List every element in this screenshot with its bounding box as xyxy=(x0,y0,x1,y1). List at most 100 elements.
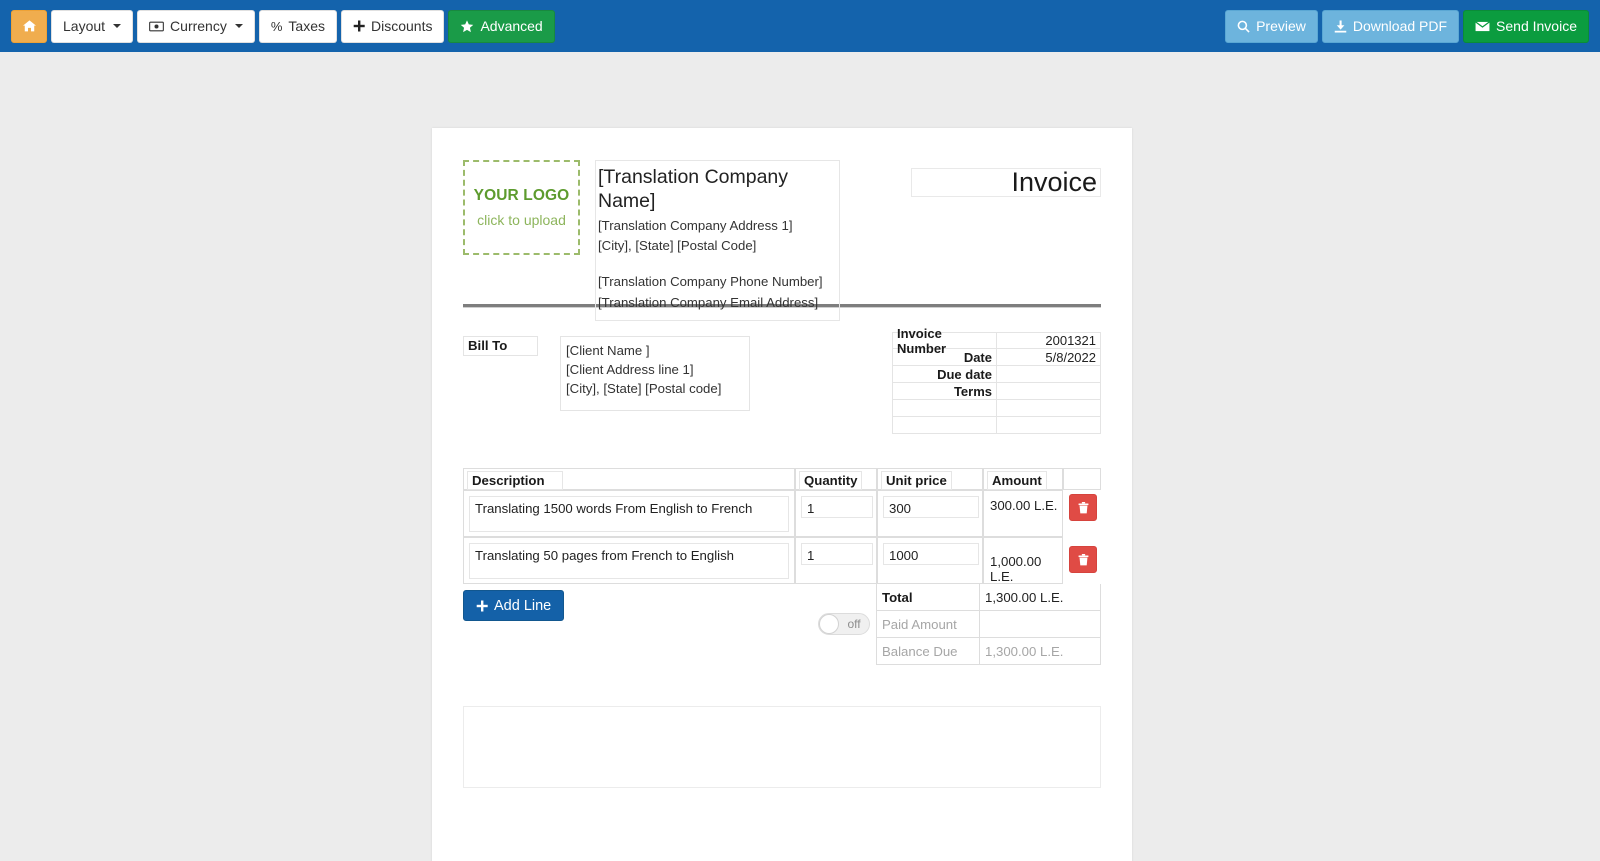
preview-button[interactable]: Preview xyxy=(1225,9,1318,43)
meta-label-extra-1[interactable] xyxy=(892,400,997,417)
invoice-title-text: Invoice xyxy=(1011,167,1097,197)
discounts-button[interactable]: Discounts xyxy=(340,9,445,43)
header-amount[interactable]: Amount xyxy=(987,471,1047,490)
row1-delete-button[interactable] xyxy=(1069,494,1097,521)
line-items-table: Description Quantity Unit price Amount T… xyxy=(463,468,1101,584)
row2-unit-price-cell: 1000 xyxy=(877,537,983,584)
toolbar-right-group: Preview Download PDF Send Invoice xyxy=(1225,9,1589,43)
chevron-down-icon xyxy=(113,24,122,28)
envelope-icon xyxy=(1475,20,1490,32)
trash-icon xyxy=(1078,553,1089,566)
advanced-label: Advanced xyxy=(480,18,543,34)
meta-label-due-date[interactable]: Due date xyxy=(892,366,997,383)
client-name: [Client Name ] xyxy=(566,343,650,358)
add-line-button[interactable]: Add Line xyxy=(463,590,565,621)
meta-value-extra-1[interactable] xyxy=(997,400,1101,417)
company-phone-field[interactable]: [Translation Company Phone Number] xyxy=(596,272,839,293)
logo-subtitle: click to upload xyxy=(477,212,566,228)
total-label[interactable]: Total xyxy=(876,584,980,611)
layout-menu-button[interactable]: Layout xyxy=(51,9,134,43)
row2-delete-button[interactable] xyxy=(1069,546,1097,573)
row1-description-input[interactable]: Translating 1500 words From English to F… xyxy=(469,496,789,532)
trash-icon xyxy=(1078,501,1089,514)
header-description[interactable]: Description xyxy=(467,471,563,490)
notes-field[interactable] xyxy=(463,706,1101,788)
balance-due-row: Balance Due 1,300.00 L.E. xyxy=(876,638,1101,665)
taxes-label: Taxes xyxy=(288,18,325,34)
meta-value-terms[interactable] xyxy=(997,383,1101,400)
meta-label-terms[interactable]: Terms xyxy=(892,383,997,400)
row2-amount-cell: 1,000.00 L.E. xyxy=(983,537,1063,584)
header-cell-actions xyxy=(1063,468,1101,490)
meta-value-due-date[interactable] xyxy=(997,366,1101,383)
paid-amount-row: Paid Amount xyxy=(876,611,1101,638)
send-invoice-button[interactable]: Send Invoice xyxy=(1463,9,1589,43)
currency-menu-button[interactable]: Currency xyxy=(137,9,255,43)
chevron-down-icon xyxy=(234,24,243,28)
table-header-row: Description Quantity Unit price Amount xyxy=(463,468,1101,490)
home-button[interactable] xyxy=(11,9,47,43)
toggle-state-label: off xyxy=(847,617,861,631)
header-cell-quantity: Quantity xyxy=(795,468,877,490)
meta-value-invoice-number[interactable]: 2001321 xyxy=(997,332,1101,349)
header-quantity[interactable]: Quantity xyxy=(799,471,863,490)
add-line-label: Add Line xyxy=(494,597,552,614)
invoice-meta-values: 2001321 5/8/2022 xyxy=(997,332,1101,434)
row1-unit-price-input[interactable]: 300 xyxy=(883,496,979,518)
header-cell-description: Description xyxy=(463,468,795,490)
paid-amount-toggle[interactable]: off xyxy=(818,613,870,635)
money-bill-icon xyxy=(149,21,164,32)
send-invoice-label: Send Invoice xyxy=(1496,18,1577,34)
paid-amount-value[interactable] xyxy=(980,611,1101,638)
company-address2-field[interactable]: [City], [State] [Postal Code] xyxy=(596,236,839,257)
row2-unit-price-input[interactable]: 1000 xyxy=(883,543,979,565)
currency-label: Currency xyxy=(170,18,227,34)
home-icon xyxy=(22,19,37,33)
row2-quantity-input[interactable]: 1 xyxy=(801,543,873,565)
company-name-field[interactable]: [Translation Company Name] xyxy=(596,165,839,216)
company-spacer xyxy=(596,257,839,272)
meta-label-extra-2[interactable] xyxy=(892,417,997,434)
advanced-button[interactable]: Advanced xyxy=(448,9,555,43)
totals-section: Add Line Total 1,300.00 L.E. Paid Amount… xyxy=(463,584,1101,665)
editor-workspace: YOUR LOGO click to upload [Translation C… xyxy=(0,52,1600,861)
discounts-label: Discounts xyxy=(370,18,433,34)
header-unit-price[interactable]: Unit price xyxy=(881,471,952,490)
invoice-meta-labels: Invoice Number Date Due date Terms xyxy=(892,326,997,434)
download-pdf-button[interactable]: Download PDF xyxy=(1321,9,1460,43)
row1-quantity-input[interactable]: 1 xyxy=(801,496,873,518)
row1-quantity-cell: 1 xyxy=(795,490,877,537)
invoice-title-field[interactable]: Invoice xyxy=(911,168,1101,197)
download-pdf-label: Download PDF xyxy=(1352,18,1448,34)
balance-due-label[interactable]: Balance Due xyxy=(876,638,980,665)
toolbar-left-group: Layout Currency % Taxes Discounts Advanc… xyxy=(11,9,555,43)
invoice-content: YOUR LOGO click to upload [Translation C… xyxy=(463,160,1101,665)
toggle-knob xyxy=(819,614,839,634)
top-toolbar: Layout Currency % Taxes Discounts Advanc… xyxy=(0,0,1600,52)
row2-actions-cell xyxy=(1063,537,1101,584)
row1-unit-price-cell: 300 xyxy=(877,490,983,537)
total-row: Total 1,300.00 L.E. xyxy=(876,584,1101,611)
company-info-block[interactable]: [Translation Company Name] [Translation … xyxy=(595,160,840,321)
totals-table: Total 1,300.00 L.E. Paid Amount Balance … xyxy=(818,584,1101,665)
paid-amount-label[interactable]: Paid Amount xyxy=(876,611,980,638)
row1-amount-cell: 300.00 L.E. xyxy=(983,490,1063,537)
percent-icon: % xyxy=(270,18,283,34)
bill-to-address-field[interactable]: [Client Name ] [Client Address line 1] [… xyxy=(560,336,750,411)
bill-to-label[interactable]: Bill To xyxy=(463,336,538,356)
meta-label-invoice-number[interactable]: Invoice Number xyxy=(892,326,997,356)
row2-quantity-cell: 1 xyxy=(795,537,877,584)
balance-due-value: 1,300.00 L.E. xyxy=(980,638,1101,665)
company-address1-field[interactable]: [Translation Company Address 1] xyxy=(596,216,839,237)
logo-upload-area[interactable]: YOUR LOGO click to upload xyxy=(463,160,580,255)
invoice-meta-table: Invoice Number Date Due date Terms 20013… xyxy=(892,326,1101,434)
meta-value-extra-2[interactable] xyxy=(997,417,1101,434)
star-icon xyxy=(460,19,474,33)
taxes-button[interactable]: % Taxes xyxy=(258,9,337,43)
company-email-field[interactable]: [Translation Company Email Address] xyxy=(596,293,839,314)
meta-value-date[interactable]: 5/8/2022 xyxy=(997,349,1101,366)
row1-actions-cell xyxy=(1063,490,1101,537)
row2-description-input[interactable]: Translating 50 pages from French to Engl… xyxy=(469,543,789,579)
download-icon xyxy=(1334,19,1347,33)
row1-amount-value: 300.00 L.E. xyxy=(990,498,1058,513)
